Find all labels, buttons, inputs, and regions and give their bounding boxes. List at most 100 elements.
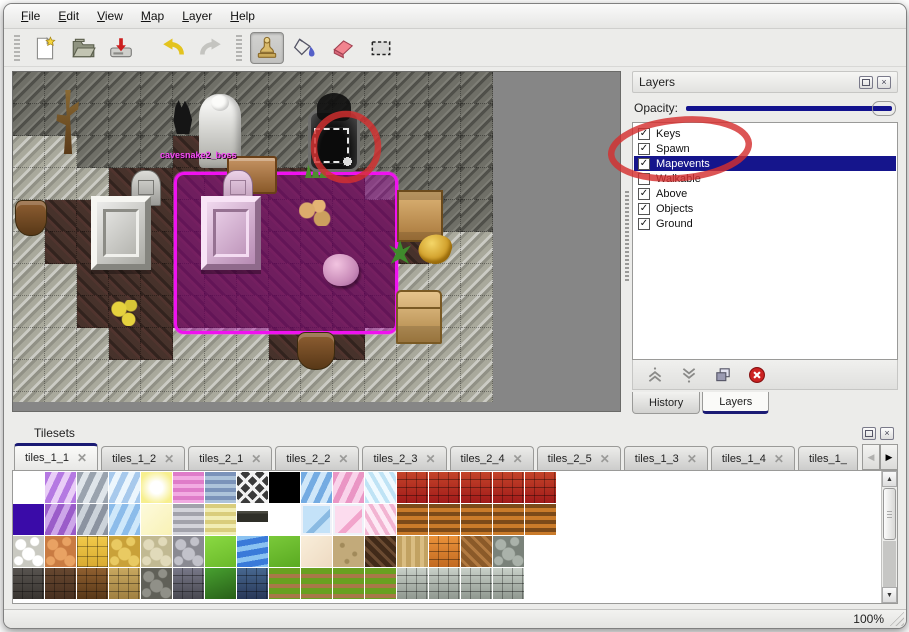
map-tile[interactable] [141,296,173,328]
map-tile[interactable] [461,328,493,360]
map-tile[interactable] [429,72,461,104]
palette-tile[interactable] [429,472,460,503]
palette-tile[interactable] [173,568,204,599]
map-tile[interactable] [45,168,77,200]
map-tile[interactable] [13,264,45,296]
vertical-splitter-grip[interactable] [621,71,632,416]
map-tile[interactable] [45,296,77,328]
palette-tile[interactable] [269,504,300,535]
map-tile[interactable] [173,360,205,392]
map-tile[interactable] [397,72,429,104]
map-tile[interactable] [205,392,237,402]
map-tile[interactable] [237,104,269,136]
map-tile[interactable] [461,200,493,232]
palette-tile[interactable] [45,536,76,567]
map-tile[interactable] [461,264,493,296]
layer-visibility-checkbox[interactable] [638,173,650,185]
float-panel-icon[interactable] [859,76,873,89]
map-tile[interactable] [77,104,109,136]
palette-tile[interactable] [109,536,140,567]
map-tile[interactable] [461,232,493,264]
layer-row-keys[interactable]: ✓Keys [634,126,896,141]
tileset-view[interactable]: ▲ ▼ [12,470,898,604]
opacity-slider-track[interactable] [686,106,892,111]
palette-tile[interactable] [301,536,332,567]
map-tile[interactable] [45,136,77,168]
tab-history[interactable]: History [632,392,700,414]
palette-tile[interactable] [13,504,44,535]
map-tile[interactable] [109,72,141,104]
palette-tile[interactable] [141,504,172,535]
map-tile[interactable] [397,104,429,136]
map-tile[interactable] [13,360,45,392]
palette-tile[interactable] [13,472,44,503]
tileset-tab-tiles_1[interactable]: tiles_1_ [798,446,858,470]
map-tile[interactable] [45,392,77,402]
map-tile[interactable] [173,72,205,104]
palette-tile[interactable] [109,568,140,599]
palette-tile[interactable] [461,536,492,567]
eraser-tool-button[interactable] [326,32,360,64]
layers-panel-titlebar[interactable]: Layers × [632,71,898,93]
layer-row-mapevents[interactable]: ✓Mapevents [634,156,896,171]
map-tile[interactable] [269,360,301,392]
palette-tile[interactable] [141,536,172,567]
map-tile[interactable] [429,136,461,168]
tileset-tab-tiles_2_5[interactable]: tiles_2_5✕ [537,446,621,470]
layer-visibility-checkbox[interactable]: ✓ [638,128,650,140]
stamp-tool-button[interactable] [250,32,284,64]
map-tile[interactable] [109,136,141,168]
palette-tile[interactable] [525,504,556,535]
layer-visibility-checkbox[interactable]: ✓ [638,188,650,200]
close-panel-icon[interactable]: × [877,76,891,89]
map-tile[interactable] [237,360,269,392]
map-tile[interactable] [141,72,173,104]
palette-tile[interactable] [173,536,204,567]
tileset-scrollbar[interactable]: ▲ ▼ [881,471,897,603]
palette-tile[interactable] [429,568,460,599]
map-tile[interactable] [77,72,109,104]
palette-tile[interactable] [45,472,76,503]
palette-tile[interactable] [333,568,364,599]
scroll-tabs-right-icon[interactable]: ▶ [880,444,898,470]
layer-row-spawn[interactable]: ✓Spawn [634,141,896,156]
palette-tile[interactable] [493,536,524,567]
palette-tile[interactable] [269,472,300,503]
palette-tile[interactable] [13,536,44,567]
map-tile[interactable] [333,392,365,402]
palette-tile[interactable] [461,568,492,599]
palette-tile[interactable] [493,472,524,503]
map-tile[interactable] [461,392,493,402]
map-tile[interactable] [45,200,77,232]
tileset-tab-tiles_2_1[interactable]: tiles_2_1✕ [188,446,272,470]
palette-tile[interactable] [365,568,396,599]
palette-tile[interactable] [77,536,108,567]
palette-tile[interactable] [77,568,108,599]
layer-visibility-checkbox[interactable]: ✓ [638,218,650,230]
menu-edit[interactable]: Edit [49,6,88,26]
toolbar-grip[interactable] [236,35,242,61]
tileset-tab-tiles_1_4[interactable]: tiles_1_4✕ [711,446,795,470]
map-tile[interactable] [237,72,269,104]
palette-tile[interactable] [77,504,108,535]
map-tile[interactable] [13,168,45,200]
map-tile[interactable] [13,328,45,360]
map-tile[interactable] [461,168,493,200]
layer-row-walkable[interactable]: Walkable [634,171,896,186]
tileset-tab-tiles_2_3[interactable]: tiles_2_3✕ [362,446,446,470]
layer-row-objects[interactable]: ✓Objects [634,201,896,216]
palette-tile[interactable] [301,568,332,599]
raise-layer-button[interactable] [645,365,665,385]
map-content[interactable]: cavesnake2_boss [13,72,493,402]
map-tile[interactable] [365,136,397,168]
palette-tile[interactable] [461,504,492,535]
palette-tile[interactable] [301,472,332,503]
close-tab-icon[interactable]: ✕ [251,454,261,464]
map-tile[interactable] [173,392,205,402]
palette-tile[interactable] [237,568,268,599]
palette-tile[interactable] [205,568,236,599]
palette-tile[interactable] [365,536,396,567]
map-tile[interactable] [77,328,109,360]
close-panel-icon[interactable]: × [880,427,894,440]
palette-tile[interactable] [525,536,556,567]
